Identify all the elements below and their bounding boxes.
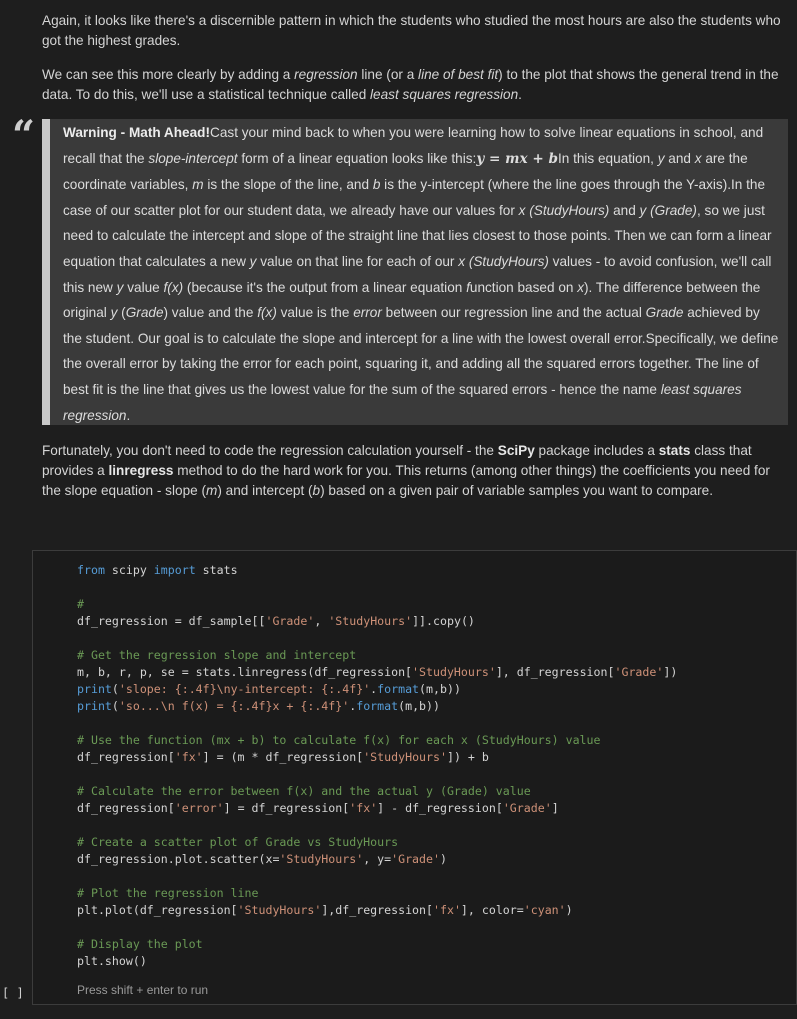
warning-blockquote: Warning - Math Ahead!Cast your mind back…: [42, 119, 788, 425]
warning-title: Warning - Math Ahead!: [63, 125, 211, 140]
paragraph-text: Again, it looks like there's a discernib…: [42, 13, 781, 48]
code-cell[interactable]: from scipy import stats # df_regression …: [32, 550, 797, 1005]
slope-intercept-formula: y = mx + b: [476, 150, 558, 167]
code-editor[interactable]: from scipy import stats # df_regression …: [77, 562, 677, 970]
quote-icon: “: [12, 112, 36, 159]
markdown-paragraph-pattern: Again, it looks like there's a discernib…: [42, 11, 790, 51]
paragraph-text: Fortunately, you don't need to code the …: [42, 443, 770, 498]
run-hint: Press shift + enter to run: [77, 983, 209, 997]
markdown-paragraph-scipy: Fortunately, you don't need to code the …: [42, 441, 790, 501]
markdown-paragraph-regression-intro: We can see this more clearly by adding a…: [42, 65, 790, 105]
paragraph-text: We can see this more clearly by adding a…: [42, 67, 779, 102]
cell-execution-prompt: [ ]: [2, 986, 24, 1000]
